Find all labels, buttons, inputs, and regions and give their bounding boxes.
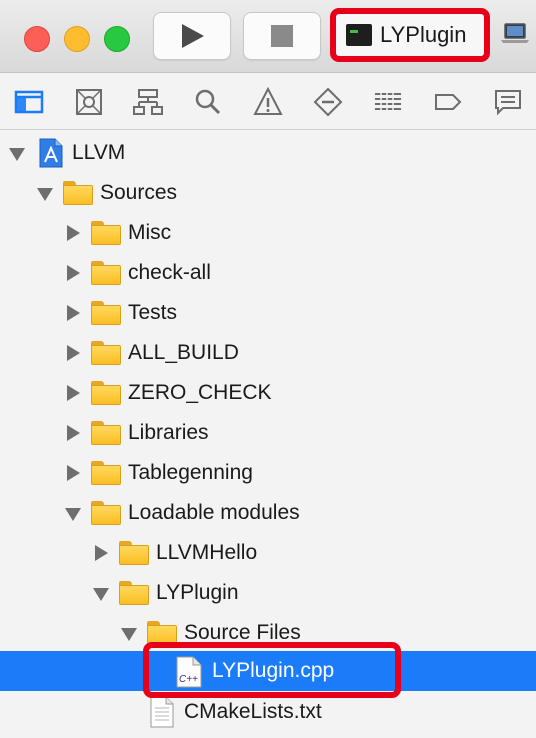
folder-icon: [91, 421, 121, 445]
tree-item-label: LYPlugin: [156, 581, 239, 604]
tree-item-sources[interactable]: Sources: [0, 173, 536, 213]
text-file-icon: [150, 696, 174, 728]
selection-highlight-annotation: [143, 642, 401, 698]
disclosure-triangle-icon[interactable]: [121, 628, 137, 641]
zoom-traffic-light[interactable]: [104, 26, 130, 52]
stop-icon: [271, 25, 293, 47]
tree-item-label: check-all: [128, 261, 211, 284]
disclosure-triangle-icon[interactable]: [67, 265, 80, 281]
folder-icon: [63, 181, 93, 205]
folder-icon: [91, 381, 121, 405]
tree-item-check-all[interactable]: check-all: [0, 253, 536, 293]
tree-item-loadable-modules[interactable]: Loadable modules: [0, 493, 536, 533]
folder-icon: [91, 221, 121, 245]
folder-icon: [91, 261, 121, 285]
close-traffic-light[interactable]: [24, 26, 50, 52]
window-toolbar: LYPlugin: [0, 0, 536, 73]
tree-item-label: Misc: [128, 221, 172, 244]
folder-icon: [91, 461, 121, 485]
folder-icon[interactable]: [14, 87, 44, 117]
tree-item-label: LLVM: [72, 141, 126, 164]
laptop-icon[interactable]: [500, 22, 530, 46]
tree-item-label: Sources: [100, 181, 178, 204]
disclosure-triangle-icon[interactable]: [37, 188, 53, 201]
terminal-icon: [346, 24, 372, 46]
tree-item-label: CMakeLists.txt: [184, 700, 322, 723]
tree-item-label: Libraries: [128, 421, 209, 444]
debug-icon[interactable]: [373, 87, 403, 117]
minimize-traffic-light[interactable]: [64, 26, 90, 52]
disclosure-triangle-icon[interactable]: [95, 545, 108, 561]
hierarchy-icon[interactable]: [133, 87, 163, 117]
tree-item-label: ALL_BUILD: [128, 341, 239, 364]
tree-item-label: ZERO_CHECK: [128, 381, 272, 404]
disclosure-triangle-icon[interactable]: [67, 465, 80, 481]
disclosure-triangle-icon[interactable]: [67, 305, 80, 321]
tree-item-label: Loadable modules: [128, 501, 300, 524]
tree-item-llvmhello[interactable]: LLVMHello: [0, 533, 536, 573]
tree-item-tablegenning[interactable]: Tablegenning: [0, 453, 536, 493]
tree-item-label: Tablegenning: [128, 461, 253, 484]
scheme-selector[interactable]: LYPlugin: [330, 8, 490, 62]
test-icon[interactable]: [313, 87, 343, 117]
project-icon: [39, 138, 63, 168]
tree-item-lyplugin[interactable]: LYPlugin: [0, 573, 536, 613]
disclosure-triangle-icon[interactable]: [9, 148, 25, 161]
tree-item-label: Tests: [128, 301, 178, 324]
tree-item-label: LLVMHello: [156, 541, 258, 564]
disclosure-triangle-icon[interactable]: [67, 345, 80, 361]
run-button[interactable]: [153, 12, 231, 60]
tree-item-cmakelists[interactable]: CMakeLists.txt: [0, 692, 536, 732]
folder-icon: [91, 341, 121, 365]
disclosure-triangle-icon[interactable]: [67, 225, 80, 241]
source-control-icon[interactable]: [74, 87, 104, 117]
tree-item-zero-check[interactable]: ZERO_CHECK: [0, 373, 536, 413]
folder-icon: [91, 301, 121, 325]
disclosure-triangle-icon[interactable]: [65, 508, 81, 521]
tree-item-llvm[interactable]: LLVM: [0, 133, 536, 173]
folder-icon: [91, 501, 121, 525]
folder-icon: [119, 541, 149, 565]
tree-item-libraries[interactable]: Libraries: [0, 413, 536, 453]
breakpoint-icon[interactable]: [433, 87, 463, 117]
tree-item-all-build[interactable]: ALL_BUILD: [0, 333, 536, 373]
report-icon[interactable]: [493, 87, 523, 117]
stop-button[interactable]: [243, 12, 321, 60]
navigator-selector-bar: [0, 73, 536, 130]
disclosure-triangle-icon[interactable]: [67, 425, 80, 441]
disclosure-triangle-icon[interactable]: [67, 385, 80, 401]
warning-icon[interactable]: [253, 86, 283, 117]
search-icon[interactable]: [193, 87, 223, 117]
scheme-name: LYPlugin: [380, 22, 467, 47]
folder-icon: [119, 581, 149, 605]
disclosure-triangle-icon[interactable]: [93, 588, 109, 601]
play-icon: [182, 24, 204, 48]
tree-item-misc[interactable]: Misc: [0, 213, 536, 253]
tree-item-tests[interactable]: Tests: [0, 293, 536, 333]
